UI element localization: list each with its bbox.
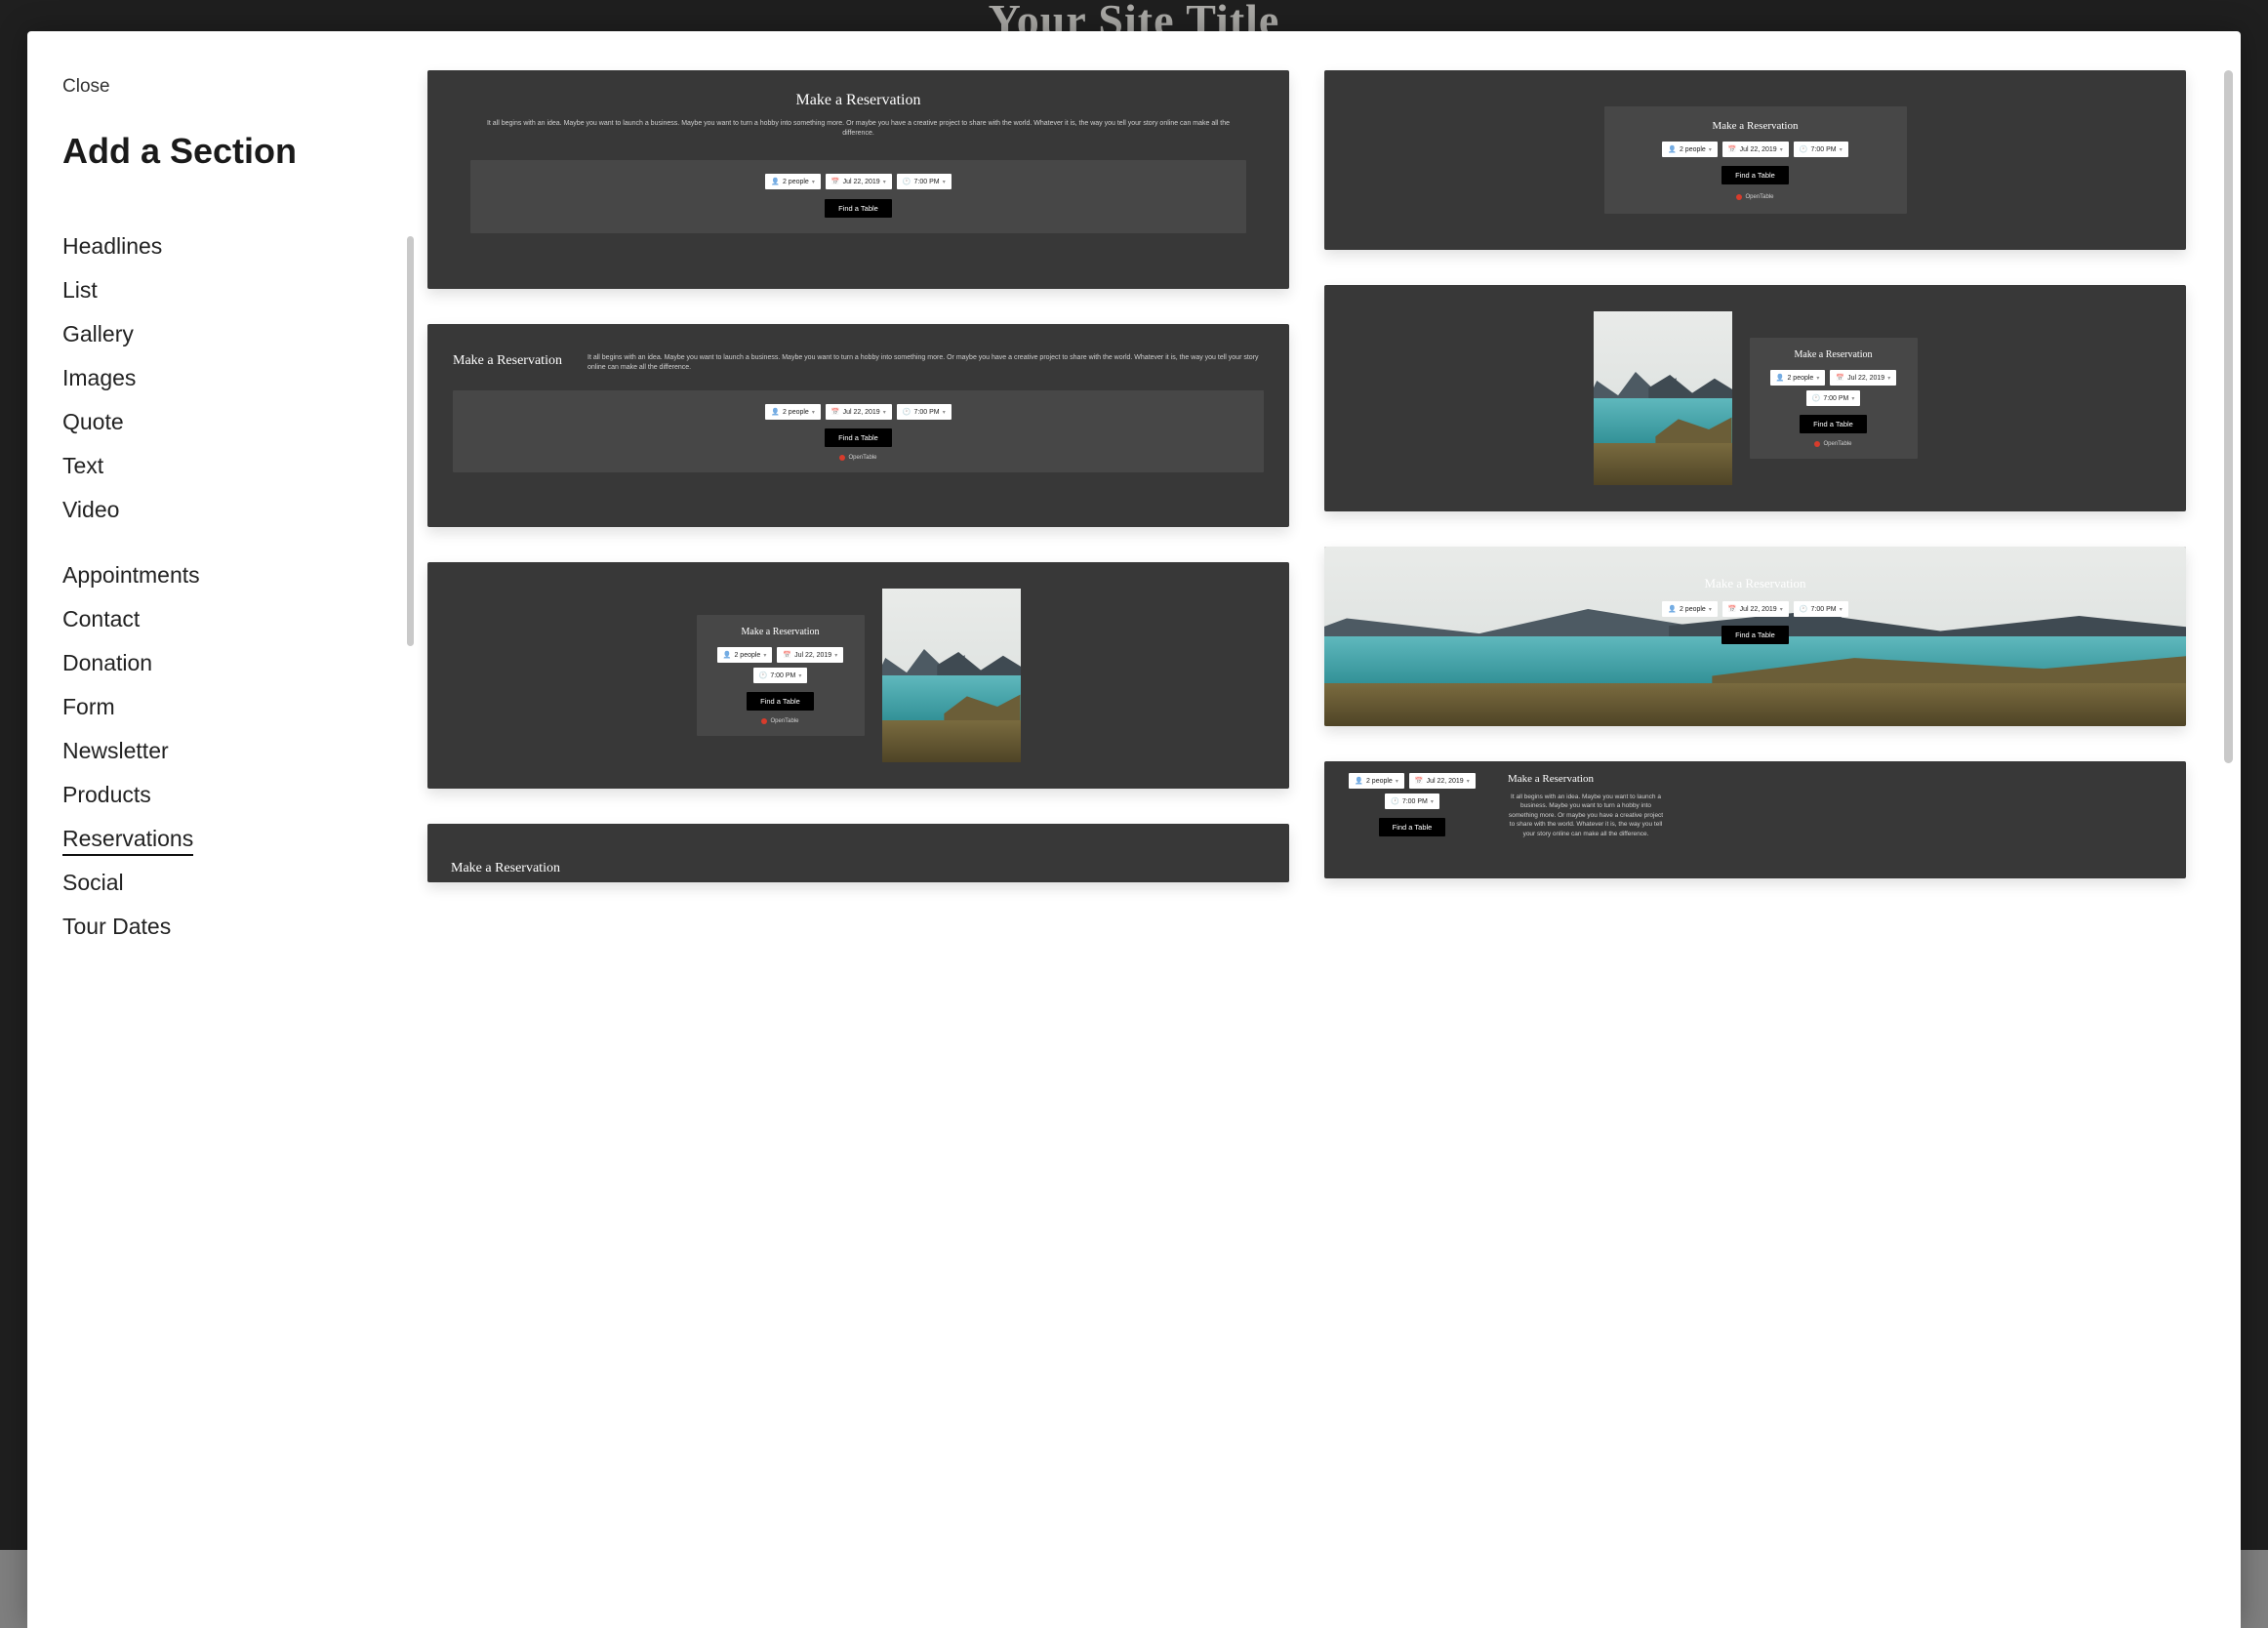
date-select: 📅Jul 22, 2019▾	[1722, 601, 1789, 617]
reservation-description: It all begins with an idea. Maybe you wa…	[1508, 793, 1664, 838]
time-select: 🕐7:00 PM▾	[753, 668, 808, 683]
add-section-modal: Close Add a Section Headlines List Galle…	[27, 31, 2241, 1628]
time-select: 🕐7:00 PM▾	[897, 174, 952, 189]
content-scrollbar[interactable]	[2224, 70, 2233, 763]
people-select: 👤2 people▾	[1662, 142, 1718, 157]
people-select: 👤2 people▾	[717, 647, 773, 663]
reservation-widget: Make a Reservation 👤2 people▾ 📅Jul 22, 2…	[697, 615, 865, 736]
layout-card-split-text[interactable]: Make a Reservation It all begins with an…	[427, 324, 1289, 527]
layout-card-compact-center[interactable]: Make a Reservation 👤2 people▾ 📅Jul 22, 2…	[1324, 70, 2186, 250]
layout-card-image-left-widget-right[interactable]: Make a Reservation 👤2 people▾ 📅Jul 22, 2…	[1324, 285, 2186, 511]
opentable-logo: OpenTable	[1758, 441, 1910, 447]
category-images[interactable]: Images	[62, 356, 383, 400]
category-divider	[62, 532, 383, 553]
mountain-image	[1594, 311, 1732, 485]
reservation-title: Make a Reservation	[705, 627, 857, 637]
people-select: 👤2 people▾	[765, 174, 821, 189]
people-select: 👤2 people▾	[765, 404, 821, 420]
layout-card-cropped-right[interactable]: 👤2 people▾ 📅Jul 22, 2019▾ 🕐7:00 PM▾ Find…	[1324, 761, 2186, 878]
find-table-button: Find a Table	[1721, 166, 1789, 184]
reservation-description: It all begins with an idea. Maybe you wa…	[587, 353, 1264, 373]
find-table-button: Find a Table	[1721, 626, 1789, 644]
category-tour-dates[interactable]: Tour Dates	[62, 905, 383, 949]
opentable-logo: OpenTable	[1614, 194, 1897, 200]
category-products[interactable]: Products	[62, 773, 383, 817]
person-icon: 👤	[771, 178, 780, 185]
time-select: 🕐7:00 PM▾	[1806, 390, 1861, 406]
category-gallery[interactable]: Gallery	[62, 312, 383, 356]
category-list: Headlines List Gallery Images Quote Text…	[62, 224, 383, 949]
layout-card-cropped-left[interactable]: Make a Reservation	[427, 824, 1289, 882]
category-quote[interactable]: Quote	[62, 400, 383, 444]
chevron-down-icon: ▾	[812, 179, 815, 185]
reservation-widget: 👤2 people▾ 📅Jul 22, 2019▾ 🕐7:00 PM▾ Find…	[453, 390, 1264, 472]
category-reservations[interactable]: Reservations	[62, 817, 383, 861]
reservation-title: Make a Reservation	[486, 92, 1231, 109]
layout-card-widget-left-image-right[interactable]: Make a Reservation 👤2 people▾ 📅Jul 22, 2…	[427, 562, 1289, 789]
date-select: 📅Jul 22, 2019▾	[1722, 142, 1789, 157]
person-icon: 👤	[771, 408, 780, 416]
chevron-down-icon: ▾	[943, 179, 946, 185]
find-table-button: Find a Table	[1800, 415, 1867, 433]
clock-icon: 🕐	[903, 408, 911, 416]
find-table-button: Find a Table	[1379, 818, 1446, 836]
opentable-logo: OpenTable	[705, 718, 857, 724]
find-table-button: Find a Table	[747, 692, 814, 711]
time-select: 🕐7:00 PM▾	[1385, 794, 1439, 809]
reservation-title: Make a Reservation	[1324, 576, 2186, 591]
reservation-title: Make a Reservation	[1758, 349, 1910, 360]
reservation-widget: Make a Reservation 👤2 people▾ 📅Jul 22, 2…	[1750, 338, 1918, 459]
category-list[interactable]: List	[62, 268, 383, 312]
find-table-button: Find a Table	[825, 199, 892, 218]
layout-card-image-background[interactable]: Make a Reservation 👤2 people▾ 📅Jul 22, 2…	[1324, 547, 2186, 726]
reservation-title: Make a Reservation	[1508, 773, 2170, 785]
time-select: 🕐7:00 PM▾	[1794, 601, 1848, 617]
reservation-title: Make a Reservation	[453, 353, 570, 373]
category-text[interactable]: Text	[62, 444, 383, 488]
time-select: 🕐7:00 PM▾	[897, 404, 952, 420]
modal-heading: Add a Section	[62, 131, 383, 172]
time-select: 🕐7:00 PM▾	[1794, 142, 1848, 157]
people-select: 👤2 people▾	[1662, 601, 1718, 617]
date-select: 📅Jul 22, 2019▾	[826, 174, 892, 189]
mountain-image	[882, 589, 1021, 762]
reservation-description: It all begins with an idea. Maybe you wa…	[486, 119, 1231, 139]
category-headlines[interactable]: Headlines	[62, 224, 383, 268]
layout-card-centered-full[interactable]: Make a Reservation It all begins with an…	[427, 70, 1289, 289]
date-select: 📅Jul 22, 2019▾	[1409, 773, 1476, 789]
category-social[interactable]: Social	[62, 861, 383, 905]
reservation-title: Make a Reservation	[451, 861, 1266, 876]
calendar-icon: 📅	[831, 178, 840, 185]
category-newsletter[interactable]: Newsletter	[62, 729, 383, 773]
category-donation[interactable]: Donation	[62, 641, 383, 685]
category-contact[interactable]: Contact	[62, 597, 383, 641]
clock-icon: 🕐	[903, 178, 911, 185]
opentable-logo: OpenTable	[463, 455, 1254, 461]
reservation-title: Make a Reservation	[1614, 120, 1897, 132]
modal-sidebar: Close Add a Section Headlines List Galle…	[27, 31, 418, 1628]
reservation-widget: 👤2 people▾ 📅Jul 22, 2019▾ 🕐7:00 PM▾ Find…	[470, 160, 1246, 233]
date-select: 📅Jul 22, 2019▾	[826, 404, 892, 420]
date-select: 📅Jul 22, 2019▾	[777, 647, 843, 663]
sidebar-scrollbar[interactable]	[407, 236, 414, 646]
close-button[interactable]: Close	[62, 76, 110, 98]
calendar-icon: 📅	[831, 408, 840, 416]
layout-gallery: Make a Reservation It all begins with an…	[418, 31, 2241, 1628]
reservation-widget: Make a Reservation 👤2 people▾ 📅Jul 22, 2…	[1604, 106, 1907, 214]
chevron-down-icon: ▾	[883, 179, 886, 185]
date-select: 📅Jul 22, 2019▾	[1830, 370, 1896, 386]
find-table-button: Find a Table	[825, 428, 892, 447]
people-select: 👤2 people▾	[1349, 773, 1404, 789]
category-video[interactable]: Video	[62, 488, 383, 532]
category-form[interactable]: Form	[62, 685, 383, 729]
people-select: 👤2 people▾	[1770, 370, 1826, 386]
category-appointments[interactable]: Appointments	[62, 553, 383, 597]
